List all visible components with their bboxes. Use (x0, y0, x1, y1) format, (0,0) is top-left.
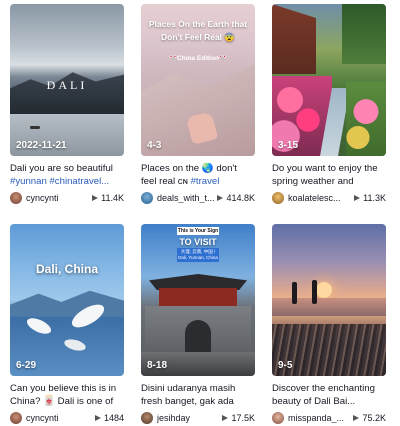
view-count: 414.8K (217, 193, 255, 203)
view-count-value: 1484 (103, 413, 124, 423)
video-caption[interactable]: Can you believe this is in China? 🀄 Dali… (10, 383, 124, 408)
view-count-value: 17.5K (231, 413, 255, 423)
author-name[interactable]: deals_with_t... (157, 193, 217, 203)
video-caption[interactable]: Dali you are so beautiful #yunnan #china… (10, 163, 124, 188)
video-thumbnail[interactable]: 9-5 (272, 224, 386, 376)
play-icon (92, 195, 99, 201)
video-caption[interactable]: Do you want to enjoy the spring weather … (272, 163, 386, 188)
post-date: 6-29 (16, 360, 37, 371)
caption-text: Dali you are so beautiful (10, 163, 113, 174)
author-name[interactable]: jesihday (157, 413, 222, 423)
play-icon (353, 415, 360, 421)
caption-text: Places on the 🌏 don't feel real ᴄɴ (141, 163, 237, 187)
video-meta: cyncynti 1484 (10, 411, 124, 425)
video-caption[interactable]: Disini udaranya masih fresh banget, gak … (141, 383, 255, 408)
video-thumbnail[interactable]: Places On the Earth that Don't Feel Real… (141, 4, 255, 156)
avatar[interactable] (272, 412, 284, 424)
view-count: 1484 (94, 413, 124, 423)
post-date: 2022-11-21 (16, 140, 67, 151)
video-thumbnail[interactable]: DALI 2022-11-21 (10, 4, 124, 156)
thumbnail-subtitle: 🎌China Edition🎌 (168, 55, 228, 62)
view-count-value: 11.3K (363, 193, 386, 203)
video-card[interactable]: This is Your Sign TO VISIT 大理, 云南, 中国 / … (141, 224, 255, 425)
avatar[interactable] (10, 192, 22, 204)
avatar[interactable] (10, 412, 22, 424)
caption-text: Can you believe this is in China? 🀄 Dali… (10, 383, 117, 407)
video-thumbnail[interactable]: Dali, China 6-29 (10, 224, 124, 376)
caption-text: Do you want to enjoy the spring weather … (272, 163, 378, 187)
author-name[interactable]: cyncynti (26, 413, 95, 423)
view-count: 17.5K (222, 413, 255, 423)
avatar[interactable] (141, 412, 153, 424)
thumbnail-title: Places On the Earth that Don't Feel Real… (148, 19, 248, 42)
video-caption[interactable]: Places on the 🌏 don't feel real ᴄɴ #trav… (141, 163, 255, 188)
author-name[interactable]: misspanda_... (288, 413, 353, 423)
video-card[interactable]: 3-15 Do you want to enjoy the spring wea… (272, 4, 386, 205)
video-thumbnail[interactable]: 3-15 (272, 4, 386, 156)
post-date: 4-3 (147, 140, 162, 151)
view-count-value: 75.2K (362, 413, 386, 423)
author-name[interactable]: cyncynti (26, 193, 92, 203)
video-card[interactable]: DALI 2022-11-21 Dali you are so beautifu… (10, 4, 124, 205)
play-icon (354, 195, 361, 201)
view-count: 11.3K (354, 193, 386, 203)
caption-text: Discover the enchanting beauty of Dali B… (272, 383, 375, 407)
view-count-value: 414.8K (226, 193, 255, 203)
thumbnail-location: 大理, 云南, 中国 / Dali, Yunnan, China (177, 248, 219, 262)
post-date: 3-15 (278, 140, 299, 151)
play-icon (222, 415, 229, 421)
video-meta: misspanda_... 75.2K (272, 411, 386, 425)
post-date: 8-18 (147, 360, 168, 371)
thumbnail-title: DALI (46, 78, 88, 92)
thumbnail-title: Dali, China (35, 262, 98, 276)
video-meta: cyncynti 11.4K (10, 191, 124, 205)
video-card[interactable]: Dali, China 6-29 Can you believe this is… (10, 224, 124, 425)
play-icon (94, 415, 101, 421)
video-caption[interactable]: Discover the enchanting beauty of Dali B… (272, 383, 386, 408)
view-count-value: 11.4K (101, 193, 124, 203)
author-name[interactable]: koalatelesc... (288, 193, 354, 203)
thumbnail-subtitle: TO VISIT (179, 237, 217, 247)
thumbnail-title: This is Your Sign (177, 227, 219, 235)
caption-text: Disini udaranya masih fresh banget, gak … (141, 383, 236, 407)
video-thumbnail[interactable]: This is Your Sign TO VISIT 大理, 云南, 中国 / … (141, 224, 255, 376)
avatar[interactable] (141, 192, 153, 204)
video-card[interactable]: Places On the Earth that Don't Feel Real… (141, 4, 255, 205)
avatar[interactable] (272, 192, 284, 204)
video-meta: deals_with_t... 414.8K (141, 191, 255, 205)
play-icon (217, 195, 224, 201)
view-count: 75.2K (353, 413, 386, 423)
video-card[interactable]: 9-5 Discover the enchanting beauty of Da… (272, 224, 386, 425)
view-count: 11.4K (92, 193, 124, 203)
video-meta: koalatelesc... 11.3K (272, 191, 386, 205)
video-meta: jesihday 17.5K (141, 411, 255, 425)
post-date: 9-5 (278, 360, 293, 371)
caption-hashtags[interactable]: #yunnan #chinatravel... (10, 176, 109, 187)
